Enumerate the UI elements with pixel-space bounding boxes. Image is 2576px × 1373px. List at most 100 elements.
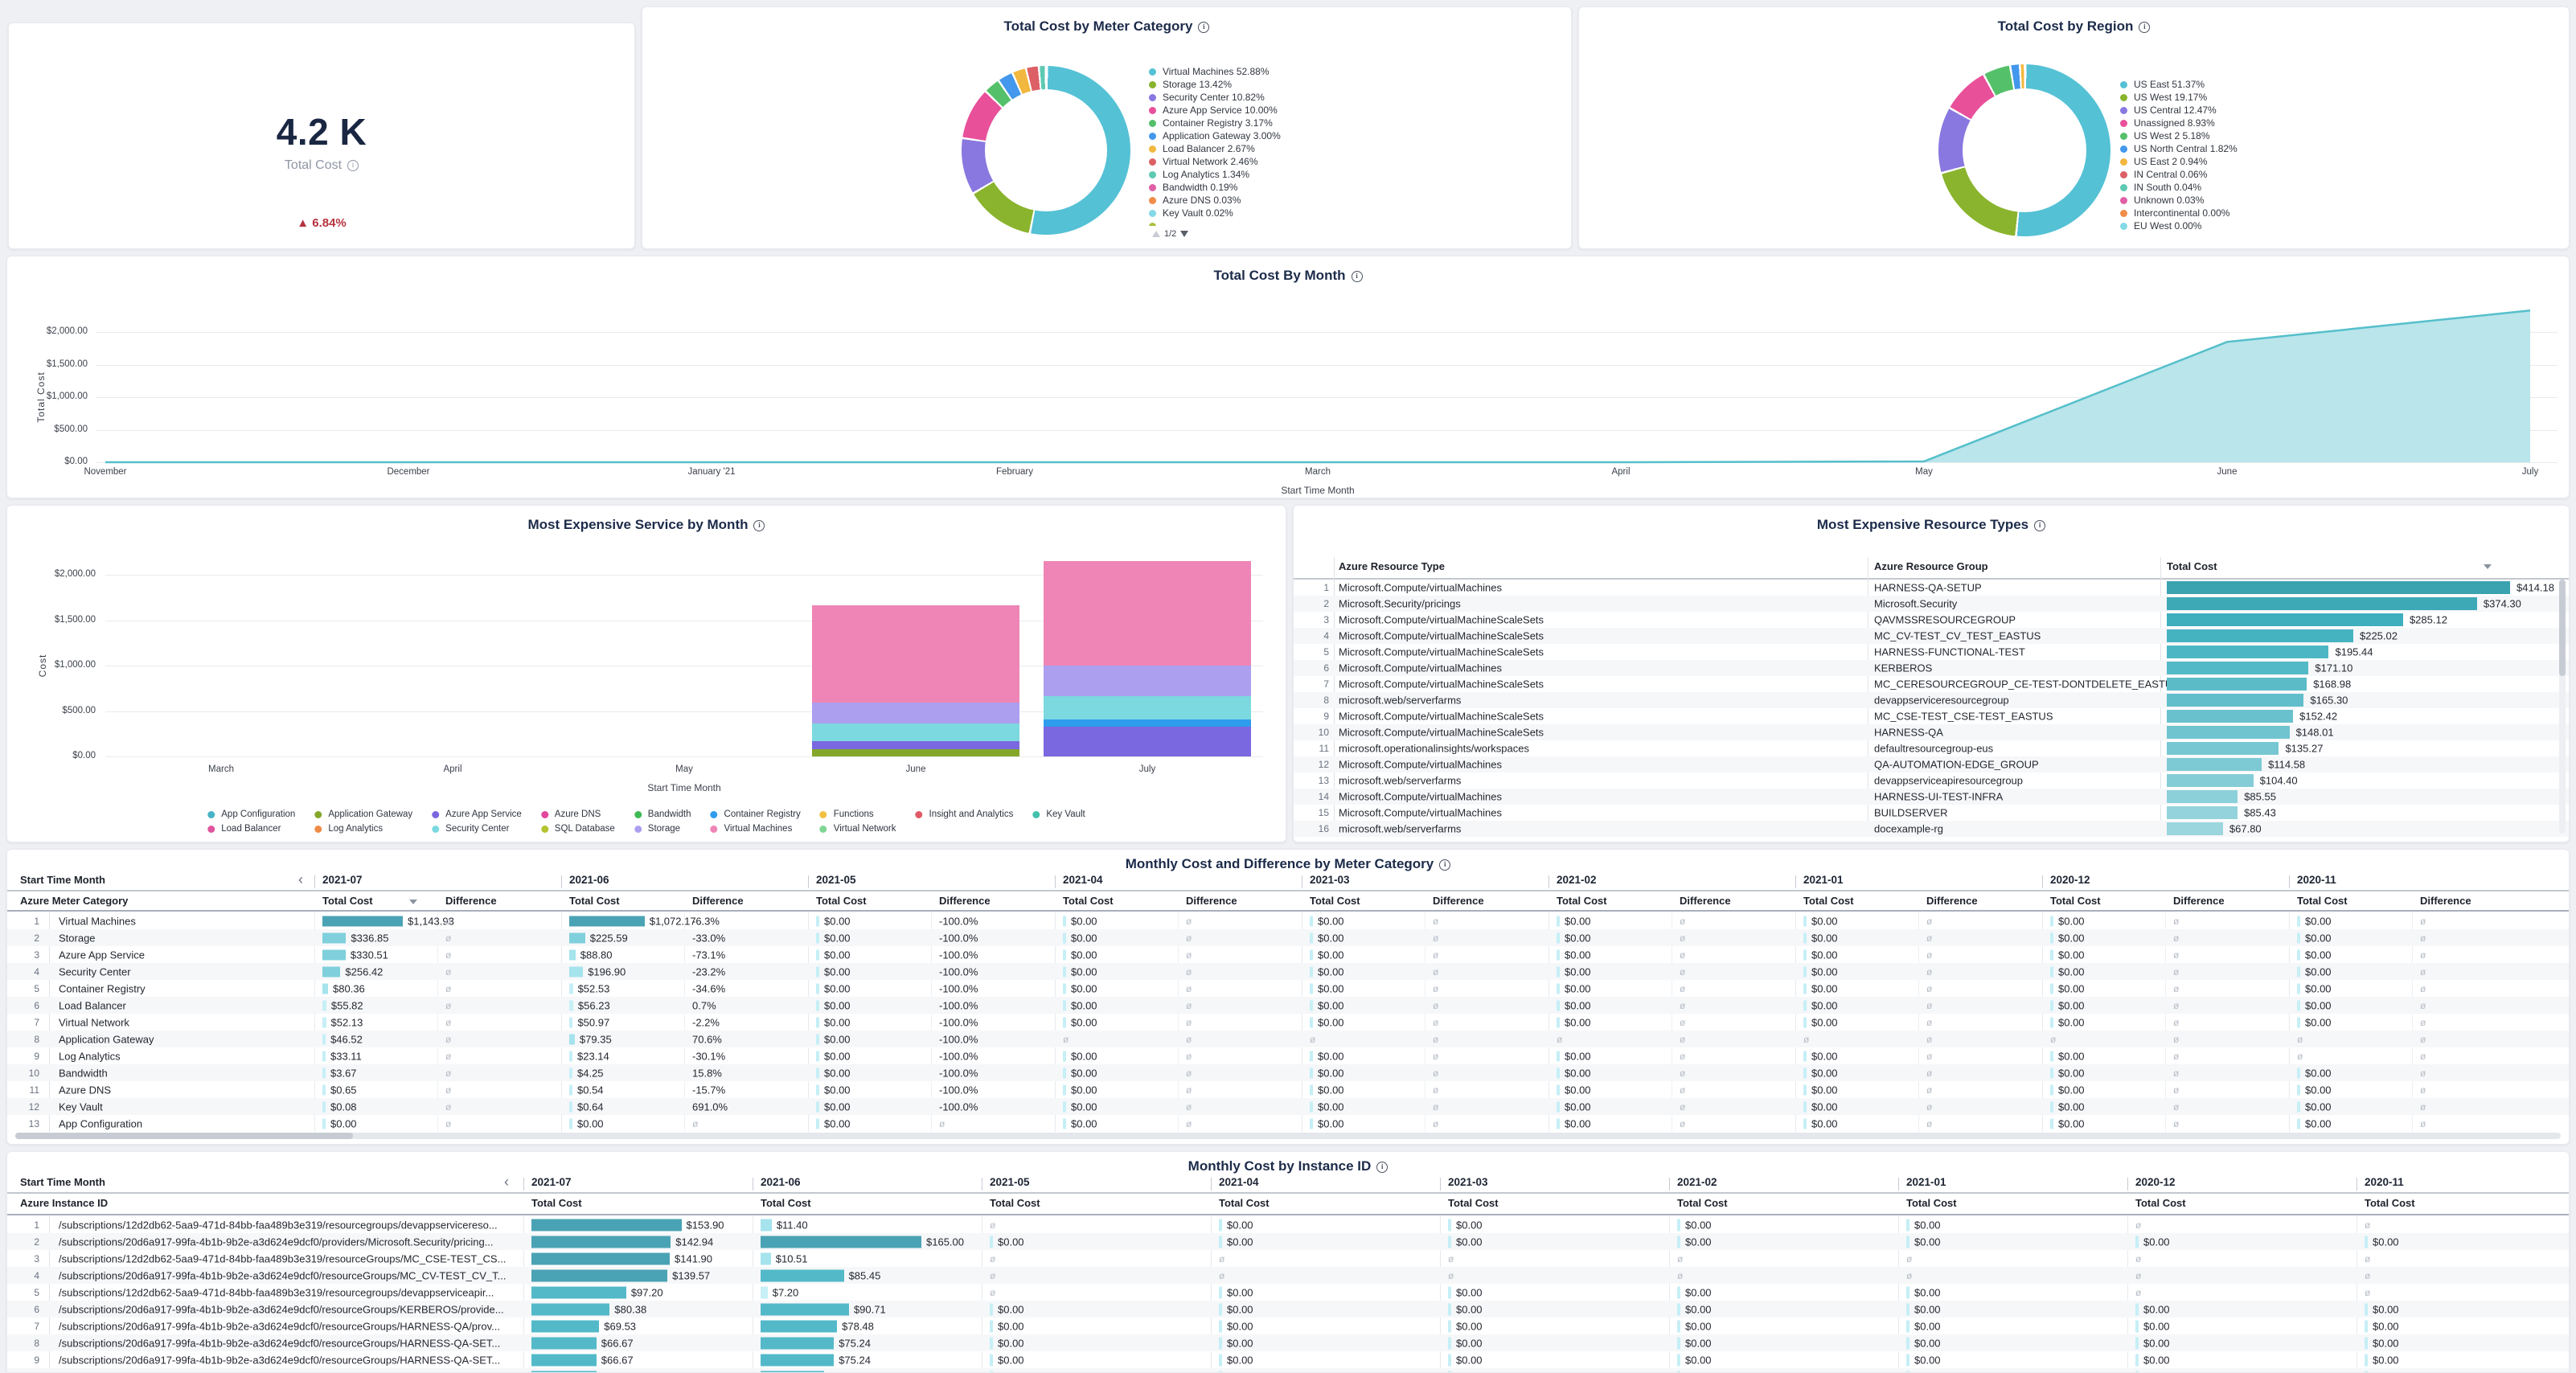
difference-header[interactable]: Difference xyxy=(1680,895,1731,907)
table-row[interactable]: 16microsoft.web/serverfarmsdocexample-rg… xyxy=(1294,821,2569,837)
info-icon[interactable] xyxy=(1198,22,1209,33)
legend-item[interactable] xyxy=(1149,219,1281,226)
total-cost-header[interactable]: Total Cost xyxy=(2297,895,2348,907)
legend-page-up-icon[interactable] xyxy=(1152,231,1160,237)
legend-item[interactable]: IN South 0.04% xyxy=(2120,181,2238,194)
difference-header[interactable]: Difference xyxy=(1926,895,1978,907)
difference-header[interactable]: Difference xyxy=(1186,895,1237,907)
legend-item[interactable]: Storage xyxy=(634,824,691,834)
legend-item[interactable]: Azure DNS 0.03% xyxy=(1149,194,1281,207)
difference-header[interactable]: Difference xyxy=(445,895,497,907)
table-row[interactable]: 1/subscriptions/12d2db62-5aa9-471d-84bb-… xyxy=(7,1216,2569,1233)
total-cost-header[interactable]: Total Cost xyxy=(2050,895,2101,907)
total-cost-header[interactable]: Total Cost xyxy=(1063,895,1114,907)
table-row[interactable]: 1Microsoft.Compute/virtualMachinesHARNES… xyxy=(1294,580,2569,596)
total-cost-header[interactable]: Total Cost xyxy=(1803,895,1854,907)
total-cost-header[interactable]: Total Cost xyxy=(761,1197,811,1209)
total-cost-header[interactable]: Total Cost xyxy=(531,1197,582,1209)
legend-page-down-icon[interactable] xyxy=(1180,231,1188,237)
info-icon[interactable] xyxy=(2139,22,2150,33)
legend-item[interactable]: Virtual Machines 52.88% xyxy=(1149,65,1281,78)
bar-segment-storage[interactable] xyxy=(1044,666,1251,696)
legend-item[interactable]: IN Central 0.06% xyxy=(2120,168,2238,181)
table-row[interactable]: 13App Configuration$0.00ø$0.00ø$0.00ø$0.… xyxy=(7,1115,2569,1132)
total-cost-header[interactable]: Total Cost xyxy=(2135,1197,2186,1209)
table-row[interactable]: 8Application Gateway$46.52ø$79.3570.6%$0… xyxy=(7,1031,2569,1047)
legend-item[interactable]: EU West 0.00% xyxy=(2120,219,2238,232)
table-row[interactable]: 13microsoft.web/serverfarmsdevappservice… xyxy=(1294,773,2569,789)
table-row[interactable]: 3/subscriptions/12d2db62-5aa9-471d-84bb-… xyxy=(7,1250,2569,1267)
total-cost-header[interactable]: Total Cost xyxy=(1906,1197,1957,1209)
bar-segment-security-center[interactable] xyxy=(1044,696,1251,719)
table-row[interactable]: 8microsoft.web/serverfarmsdevappservicer… xyxy=(1294,692,2569,708)
table-row[interactable]: 5Container Registry$80.36ø$52.53-34.6%$0… xyxy=(7,980,2569,997)
legend-item[interactable]: Virtual Network xyxy=(820,824,896,834)
table-row[interactable]: 9Log Analytics$33.11ø$23.14-30.1%$0.00-1… xyxy=(7,1047,2569,1064)
legend-item[interactable]: Intercontinental 0.00% xyxy=(2120,207,2238,219)
table-row[interactable]: 12Key Vault$0.08ø$0.64691.0%$0.00-100.0%… xyxy=(7,1098,2569,1115)
table-row[interactable]: 7Microsoft.Compute/virtualMachineScaleSe… xyxy=(1294,676,2569,692)
sort-chevron-down-icon[interactable] xyxy=(409,900,417,904)
legend-item[interactable]: Functions xyxy=(820,809,896,819)
table-row[interactable]: 11microsoft.operationalinsights/workspac… xyxy=(1294,740,2569,756)
total-cost-header[interactable]: Total Cost xyxy=(1310,895,1360,907)
legend-item[interactable]: Load Balancer xyxy=(207,824,295,834)
total-cost-header[interactable]: Total Cost xyxy=(569,895,620,907)
prev-months-chevron-icon[interactable] xyxy=(298,874,303,885)
bar-segment-storage[interactable] xyxy=(812,703,1019,723)
legend-item[interactable]: Key Vault xyxy=(1032,809,1085,819)
area-chart[interactable]: $2,000.00$1,500.00$1,000.00$500.00$0.00T… xyxy=(7,256,2569,498)
legend-item[interactable]: Unassigned 8.93% xyxy=(2120,117,2238,129)
region-donut-chart[interactable] xyxy=(1938,64,2110,236)
legend-item[interactable]: Load Balancer 2.67% xyxy=(1149,142,1281,155)
legend-item[interactable]: SQL Database xyxy=(541,824,615,834)
total-cost-header[interactable]: Total Cost xyxy=(816,895,867,907)
table-row[interactable]: 1Virtual Machines$1,143.93ø$1,072.17-6.3… xyxy=(7,912,2569,929)
table-row[interactable]: 15Microsoft.Compute/virtualMachinesBUILD… xyxy=(1294,805,2569,821)
table-row[interactable]: 9Microsoft.Compute/virtualMachineScaleSe… xyxy=(1294,708,2569,724)
legend-item[interactable]: Log Analytics xyxy=(314,824,412,834)
table-row[interactable]: 5/subscriptions/12d2db62-5aa9-471d-84bb-… xyxy=(7,1284,2569,1301)
legend-item[interactable]: Virtual Machines xyxy=(711,824,801,834)
meter-category-donut-chart[interactable] xyxy=(962,66,1130,235)
table-row[interactable]: 4Microsoft.Compute/virtualMachineScaleSe… xyxy=(1294,628,2569,644)
legend-item[interactable]: Azure App Service xyxy=(432,809,522,819)
bar-segment-virtual-machines[interactable] xyxy=(1044,561,1251,665)
legend-item[interactable]: Container Registry 3.17% xyxy=(1149,117,1281,129)
total-cost-header[interactable]: Total Cost xyxy=(1677,1197,1728,1209)
table-row[interactable]: 4/subscriptions/20d6a917-99fa-4b1b-9b2e-… xyxy=(7,1267,2569,1284)
legend-item[interactable]: US North Central 1.82% xyxy=(2120,142,2238,155)
table-row[interactable]: 5Microsoft.Compute/virtualMachineScaleSe… xyxy=(1294,644,2569,660)
bar-segment-container-registry[interactable] xyxy=(1044,719,1251,727)
difference-header[interactable]: Difference xyxy=(692,895,744,907)
difference-header[interactable]: Difference xyxy=(2420,895,2471,907)
table-row[interactable]: 11Azure DNS$0.65ø$0.54-15.7%$0.00-100.0%… xyxy=(7,1081,2569,1098)
table-row[interactable]: 3Azure App Service$330.51ø$88.80-73.1%$0… xyxy=(7,946,2569,963)
legend-item[interactable]: US West 19.17% xyxy=(2120,91,2238,104)
table-row[interactable]: 7/subscriptions/20d6a917-99fa-4b1b-9b2e-… xyxy=(7,1318,2569,1334)
legend-item[interactable]: Container Registry xyxy=(711,809,801,819)
table-row[interactable]: 10/subscriptions/20d6a917-99fa-4b1b-9b2e… xyxy=(7,1368,2569,1373)
sort-chevron-down-icon[interactable] xyxy=(2484,564,2492,569)
table-row[interactable]: 2Microsoft.Security/pricingsMicrosoft.Se… xyxy=(1294,596,2569,612)
legend-item[interactable]: US East 2 0.94% xyxy=(2120,155,2238,168)
table-row[interactable]: 10Bandwidth$3.67ø$4.2515.8%$0.00-100.0%$… xyxy=(7,1064,2569,1081)
table-row[interactable]: 6/subscriptions/20d6a917-99fa-4b1b-9b2e-… xyxy=(7,1301,2569,1318)
difference-header[interactable]: Difference xyxy=(2173,895,2225,907)
table-row[interactable]: 3Microsoft.Compute/virtualMachineScaleSe… xyxy=(1294,612,2569,628)
legend-item[interactable]: Unknown 0.03% xyxy=(2120,194,2238,207)
total-cost-header[interactable]: Total Cost xyxy=(990,1197,1040,1209)
column-header-cost[interactable]: Total Cost xyxy=(2167,560,2217,572)
legend-item[interactable]: Security Center xyxy=(432,824,522,834)
legend-item[interactable]: Insight and Analytics xyxy=(916,809,1014,819)
area-series[interactable] xyxy=(96,305,2558,464)
bar-segment-azure-app-service[interactable] xyxy=(812,741,1019,749)
legend-item[interactable]: Key Vault 0.02% xyxy=(1149,207,1281,219)
table-row[interactable]: 8/subscriptions/20d6a917-99fa-4b1b-9b2e-… xyxy=(7,1334,2569,1351)
legend-item[interactable]: Bandwidth xyxy=(634,809,691,819)
table-row[interactable]: 6Microsoft.Compute/virtualMachinesKERBER… xyxy=(1294,660,2569,676)
table-row[interactable]: 2Storage$336.85ø$225.59-33.0%$0.00-100.0… xyxy=(7,929,2569,946)
info-icon[interactable] xyxy=(347,160,359,171)
legend-item[interactable]: US Central 12.47% xyxy=(2120,104,2238,117)
difference-header[interactable]: Difference xyxy=(1433,895,1484,907)
